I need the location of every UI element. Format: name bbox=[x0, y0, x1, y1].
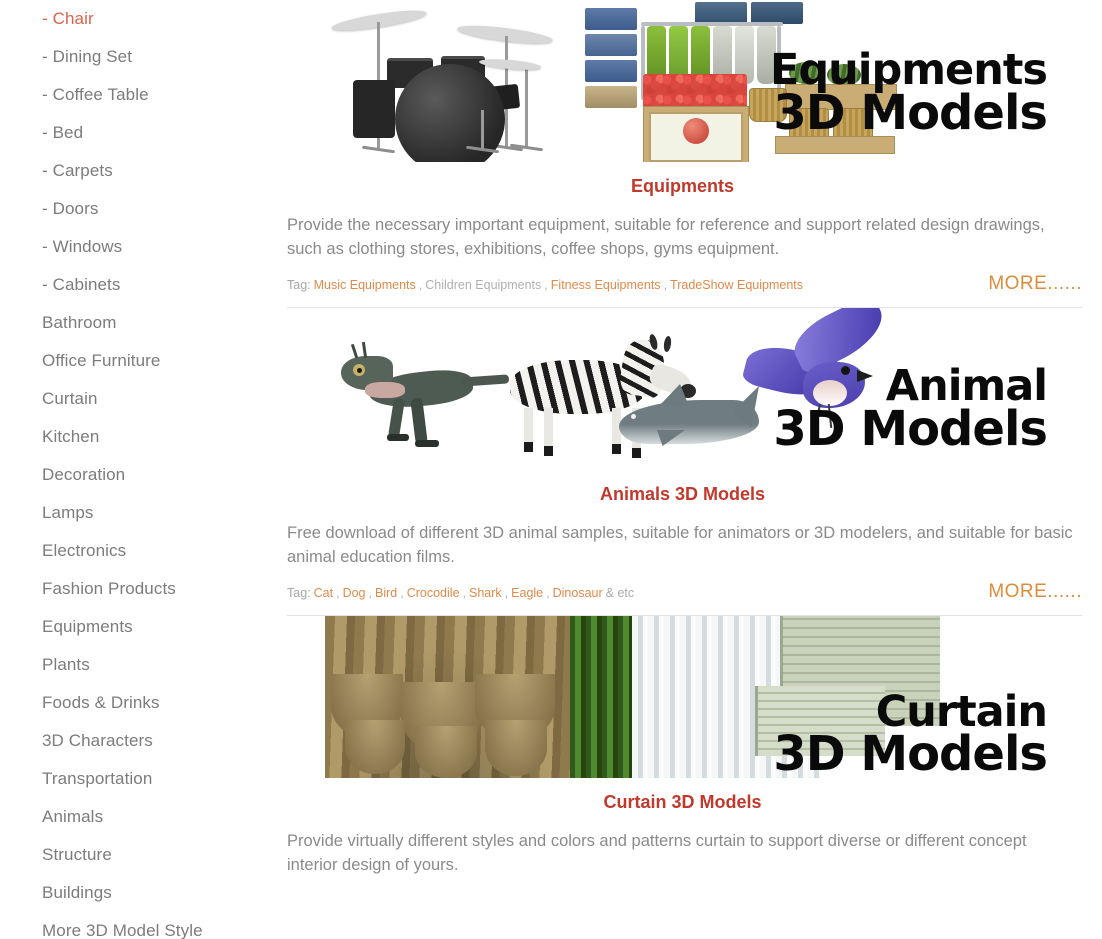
tag-link[interactable]: Dinosaur bbox=[553, 586, 603, 600]
dinosaur-illustration bbox=[335, 326, 510, 466]
section-title-equipments[interactable]: Equipments bbox=[287, 176, 1092, 197]
tag-separator: , bbox=[546, 586, 550, 600]
sidebar-item-fashion-products[interactable]: Fashion Products bbox=[0, 570, 287, 608]
section-title-animals[interactable]: Animals 3D Models bbox=[287, 484, 1092, 505]
tag-separator: , bbox=[418, 278, 423, 292]
page-root: - Chair - Dining Set - Coffee Table - Bed - … bbox=[0, 0, 1102, 939]
section-description-curtain: Provide virtually different styles and c… bbox=[287, 832, 1027, 874]
sidebar-item-windows[interactable]: - Windows bbox=[0, 228, 287, 266]
sidebar-item-more-3d-model-style[interactable]: More 3D Model Style bbox=[0, 912, 287, 939]
sidebar-item-plants[interactable]: Plants bbox=[0, 646, 287, 684]
tag-separator: , bbox=[400, 586, 404, 600]
tag-separator: , bbox=[368, 586, 372, 600]
tag-separator: , bbox=[336, 586, 340, 600]
tag-link[interactable]: Eagle bbox=[511, 586, 543, 600]
tag-list-equipments: Tag: Music Equipments, Children Equipments… bbox=[287, 278, 803, 292]
banner-caption-curtain: Curtain 3D Models bbox=[773, 690, 1048, 778]
sidebar-item-animals[interactable]: Animals bbox=[0, 798, 287, 836]
banner-image-equipments[interactable]: Equipments 3D Models bbox=[325, 0, 1055, 162]
drum-kit-illustration bbox=[329, 6, 614, 162]
category-section-equipments: Equipments 3D Models Equipments Provide the… bbox=[287, 0, 1092, 308]
banner-image-animals[interactable]: Animal 3D Models bbox=[325, 308, 1055, 470]
category-listing: Equipments 3D Models Equipments Provide the… bbox=[287, 0, 1102, 939]
section-description-animals: Free download of different 3D animal sam… bbox=[287, 524, 1073, 566]
sidebar-item-3d-characters[interactable]: 3D Characters bbox=[0, 722, 287, 760]
tag-label: Tag: bbox=[287, 278, 311, 292]
tag-separator: , bbox=[663, 278, 668, 292]
sidebar-item-office-furniture[interactable]: Office Furniture bbox=[0, 342, 287, 380]
sidebar-item-transportation[interactable]: Transportation bbox=[0, 760, 287, 798]
banner-caption-line2: 3D Models bbox=[773, 726, 1048, 778]
banner-caption-animals: Animal 3D Models bbox=[773, 365, 1048, 457]
sidebar-item-chair[interactable]: - Chair bbox=[0, 0, 287, 38]
tag-separator: , bbox=[504, 586, 509, 600]
banner-caption-line2: 3D Models bbox=[773, 84, 1048, 141]
banner-caption-equipments: Equipments 3D Models bbox=[770, 49, 1048, 141]
sidebar-item-doors[interactable]: - Doors bbox=[0, 190, 287, 228]
sidebar-item-structure[interactable]: Structure bbox=[0, 836, 287, 874]
tag-row-equipments: Tag: Music Equipments, Children Equipments… bbox=[287, 273, 1092, 295]
tag-link[interactable]: Fitness Equipments bbox=[551, 278, 661, 292]
sidebar-item-buildings[interactable]: Buildings bbox=[0, 874, 287, 912]
category-nav-list: - Chair - Dining Set - Coffee Table - Bed - … bbox=[0, 0, 287, 939]
tag-link[interactable]: Shark bbox=[469, 586, 502, 600]
category-section-animals: Animal 3D Models Animals 3D Models Free dow… bbox=[287, 308, 1092, 616]
tag-list-animals: Tag: Cat, Dog, Bird, Crocodile, Shark, Eagle, D… bbox=[287, 586, 634, 600]
tag-link[interactable]: Music Equipments bbox=[314, 278, 416, 292]
sidebar-item-coffee-table[interactable]: - Coffee Table bbox=[0, 76, 287, 114]
section-title-curtain[interactable]: Curtain 3D Models bbox=[287, 792, 1092, 813]
category-sidebar: - Chair - Dining Set - Coffee Table - Bed - … bbox=[0, 0, 287, 939]
sidebar-item-foods-drinks[interactable]: Foods & Drinks bbox=[0, 684, 287, 722]
sidebar-item-bed[interactable]: - Bed bbox=[0, 114, 287, 152]
more-link-equipments[interactable]: MORE...... bbox=[988, 273, 1082, 295]
shark-illustration bbox=[615, 384, 765, 464]
tag-link[interactable]: Bird bbox=[375, 586, 397, 600]
tag-link[interactable]: Children Equipments bbox=[425, 278, 541, 292]
category-section-curtain: Curtain 3D Models Curtain 3D Models Provide… bbox=[287, 616, 1092, 877]
banner-image-curtain[interactable]: Curtain 3D Models bbox=[325, 616, 1055, 778]
sidebar-item-decoration[interactable]: Decoration bbox=[0, 456, 287, 494]
sidebar-item-carpets[interactable]: - Carpets bbox=[0, 152, 287, 190]
tag-row-animals: Tag: Cat, Dog, Bird, Crocodile, Shark, Eagle, D… bbox=[287, 581, 1092, 603]
more-link-animals[interactable]: MORE...... bbox=[988, 581, 1082, 603]
sidebar-item-electronics[interactable]: Electronics bbox=[0, 532, 287, 570]
sidebar-item-dining-set[interactable]: - Dining Set bbox=[0, 38, 287, 76]
sidebar-item-cabinets[interactable]: - Cabinets bbox=[0, 266, 287, 304]
sidebar-item-curtain[interactable]: Curtain bbox=[0, 380, 287, 418]
tag-label: Tag: bbox=[287, 586, 311, 600]
sidebar-item-bathroom[interactable]: Bathroom bbox=[0, 304, 287, 342]
tag-separator: , bbox=[544, 278, 548, 292]
banner-caption-line2: 3D Models bbox=[773, 400, 1048, 457]
sidebar-item-lamps[interactable]: Lamps bbox=[0, 494, 287, 532]
tag-separator: , bbox=[462, 586, 467, 600]
section-description-equipments: Provide the necessary important equipmen… bbox=[287, 216, 1045, 258]
sidebar-item-kitchen[interactable]: Kitchen bbox=[0, 418, 287, 456]
sidebar-item-equipments[interactable]: Equipments bbox=[0, 608, 287, 646]
tag-link[interactable]: TradeShow Equipments bbox=[670, 278, 803, 292]
tag-link[interactable]: Dog bbox=[343, 586, 366, 600]
tag-link[interactable]: Crocodile bbox=[407, 586, 460, 600]
tag-link[interactable]: Cat bbox=[314, 586, 333, 600]
tag-etc-label: & etc bbox=[605, 586, 635, 600]
